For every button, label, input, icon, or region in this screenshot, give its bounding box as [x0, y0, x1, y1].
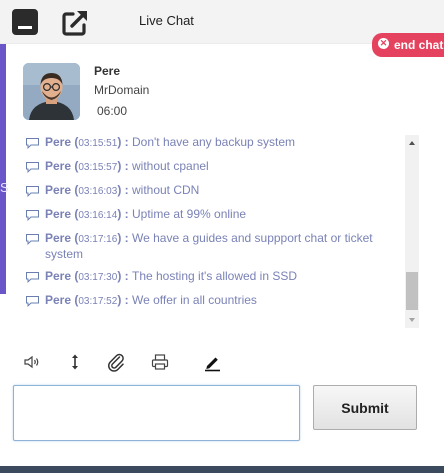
scroll-thumb[interactable] [406, 272, 418, 310]
chat-bubble-icon [26, 234, 39, 245]
message-text: We offer in all countries [131, 293, 257, 307]
timestamp-close: ) : [117, 231, 132, 245]
attach-file-button[interactable] [106, 352, 126, 372]
arrow-down-icon [409, 318, 415, 322]
chat-bubble-icon [26, 162, 39, 173]
print-icon [151, 354, 169, 370]
background-page-edge [0, 466, 444, 473]
minimize-icon [18, 26, 32, 29]
message-input[interactable] [13, 385, 300, 441]
operator-avatar [23, 63, 80, 120]
message-author: Pere [45, 135, 72, 149]
message-time: 03:17:52 [78, 296, 118, 307]
transcript-scrollbar[interactable] [405, 135, 419, 328]
timestamp-close: ) : [117, 207, 132, 221]
chat-message: Pere (03:16:03) : without CDN [22, 183, 402, 199]
message-time: 03:17:16 [78, 234, 118, 245]
message-time: 03:15:51 [78, 138, 118, 149]
message-text: without CDN [131, 183, 200, 197]
resize-button[interactable] [65, 352, 85, 372]
edit-button[interactable] [202, 352, 222, 372]
message-author: Pere [45, 293, 72, 307]
message-author: Pere [45, 159, 72, 173]
operator-photo [23, 63, 80, 120]
print-button[interactable] [150, 352, 170, 372]
end-chat-button[interactable]: ✕ end chat [372, 33, 444, 57]
message-author: Pere [45, 207, 72, 221]
operator-company: MrDomain [94, 83, 150, 97]
chat-transcript[interactable]: Pere (03:15:51) : Don't have any backup … [22, 135, 402, 327]
resize-icon [72, 354, 78, 370]
sound-icon [24, 355, 39, 369]
submit-button[interactable]: Submit [313, 385, 417, 430]
message-author: Pere [45, 231, 72, 245]
popout-button[interactable] [60, 8, 90, 38]
chat-message: Pere (03:15:57) : without cpanel [22, 159, 402, 175]
live-chat-window: S Live Chat ✕ end chat Pere MrDomain 06:… [0, 0, 444, 473]
message-time: 03:16:14 [78, 210, 118, 221]
chat-message: Pere (03:16:14) : Uptime at 99% online [22, 207, 402, 223]
chat-bubble-icon [26, 272, 39, 283]
minimize-button[interactable] [12, 9, 38, 35]
message-time: 03:15:57 [78, 162, 118, 173]
message-time: 03:17:30 [78, 272, 118, 283]
chat-bubble-icon [26, 186, 39, 197]
operator-time: 06:00 [97, 104, 128, 118]
scroll-down-button[interactable] [405, 312, 419, 328]
background-page-strip [0, 38, 6, 294]
chat-message: Pere (03:17:30) : The hosting it's allow… [22, 269, 402, 285]
chat-bubble-icon [26, 210, 39, 221]
message-author: Pere [45, 269, 72, 283]
chat-message: Pere (03:15:51) : Don't have any backup … [22, 135, 402, 151]
message-text: Don't have any backup system [131, 135, 296, 149]
end-chat-label: end chat [394, 38, 444, 52]
message-author: Pere [45, 183, 72, 197]
message-text: Uptime at 99% online [131, 207, 247, 221]
background-page-glyph: S [0, 180, 9, 195]
arrow-up-icon [409, 141, 415, 145]
timestamp-close: ) : [117, 269, 132, 283]
timestamp-close: ) : [117, 293, 132, 307]
chat-title: Live Chat [139, 13, 194, 28]
attachment-icon [108, 353, 124, 372]
edit-pen-icon [205, 357, 220, 372]
scroll-up-button[interactable] [405, 135, 419, 151]
close-circle-icon: ✕ [378, 38, 389, 49]
timestamp-close: ) : [117, 159, 132, 173]
timestamp-close: ) : [117, 135, 132, 149]
sound-toggle-button[interactable] [22, 352, 42, 372]
message-time: 03:16:03 [78, 186, 118, 197]
operator-name: Pere [94, 64, 121, 78]
chat-message: Pere (03:17:16) : We have a guides and s… [22, 231, 402, 261]
popout-window-icon [62, 11, 87, 36]
message-text: without cpanel [131, 159, 209, 173]
timestamp-close: ) : [117, 183, 132, 197]
chat-message: Pere (03:17:52) : We offer in all countr… [22, 293, 402, 309]
chat-bubble-icon [26, 296, 39, 307]
chat-bubble-icon [26, 138, 39, 149]
message-text: The hosting it's allowed in SSD [131, 269, 298, 283]
